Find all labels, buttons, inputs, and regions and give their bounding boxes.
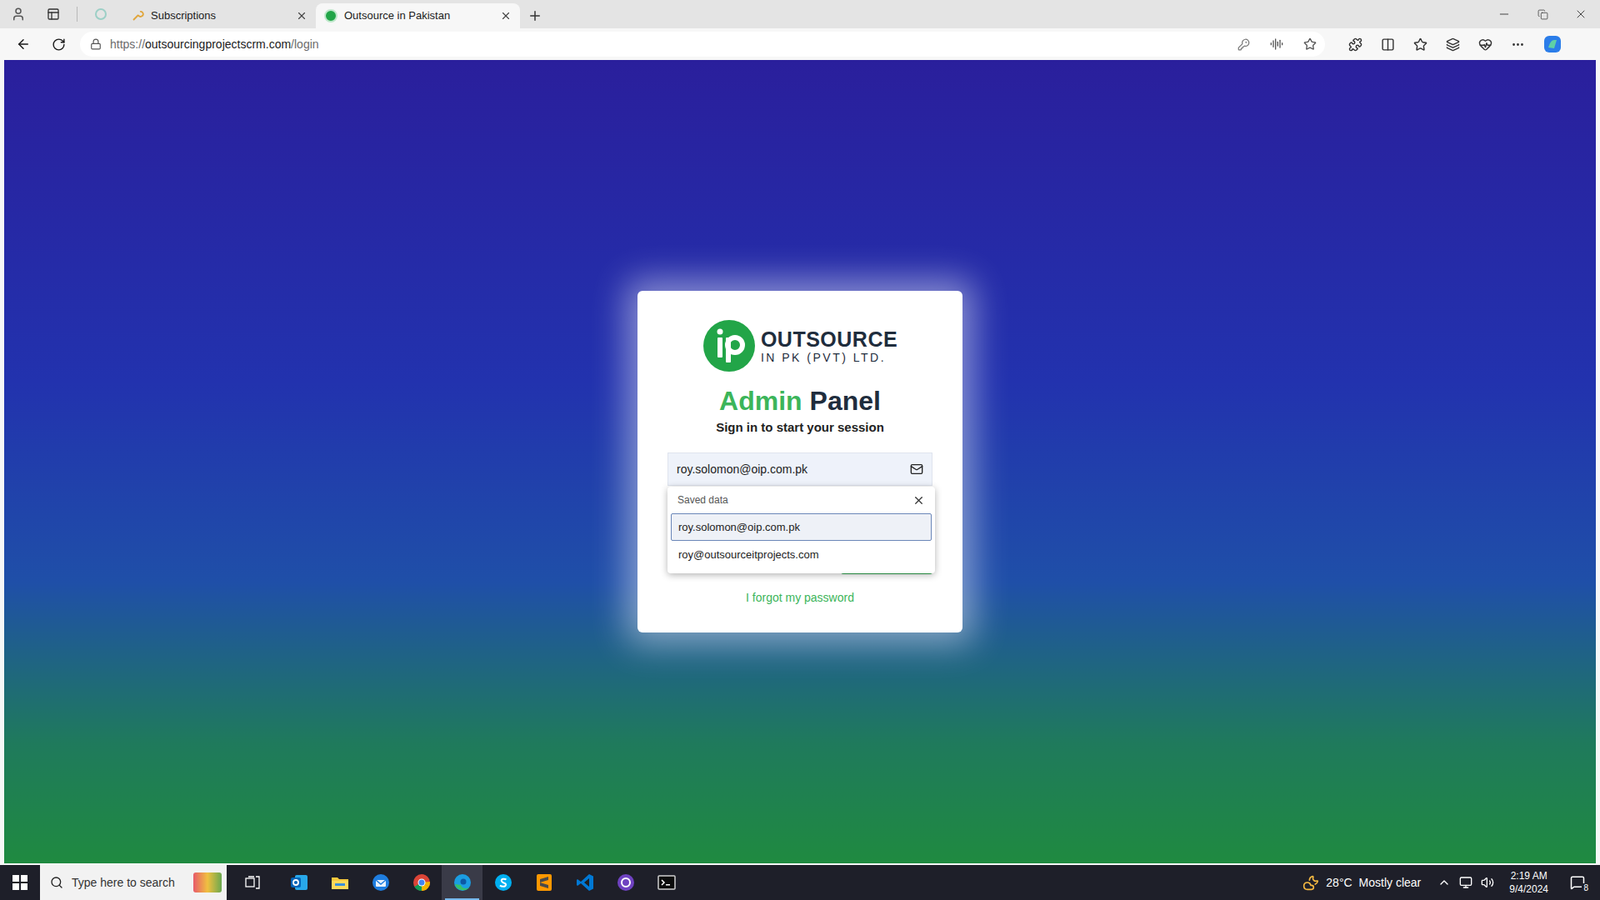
tab-actions-icon bbox=[46, 7, 60, 21]
profile-button[interactable] bbox=[6, 2, 30, 26]
task-view-icon bbox=[245, 875, 260, 890]
close-tab-icon[interactable] bbox=[500, 10, 512, 22]
forgot-password-link[interactable]: I forgot my password bbox=[745, 589, 855, 606]
favorite-star-icon[interactable] bbox=[1303, 37, 1317, 51]
more-icon[interactable] bbox=[1510, 37, 1525, 52]
toolbar: https://outsourcingprojectscrm.com/login bbox=[0, 28, 1600, 60]
collections-icon[interactable] bbox=[1445, 37, 1460, 52]
weather-widget[interactable]: 28°CMostly clear bbox=[1302, 874, 1430, 892]
panel-title: Admin Panel bbox=[719, 384, 881, 418]
folder-icon bbox=[330, 872, 350, 893]
restore-icon bbox=[1537, 9, 1549, 20]
back-arrow-icon bbox=[15, 36, 31, 52]
taskbar-app[interactable] bbox=[523, 865, 565, 900]
pinned-tab[interactable] bbox=[89, 2, 113, 26]
start-button[interactable] bbox=[0, 865, 40, 900]
back-button[interactable] bbox=[10, 31, 37, 57]
lock-icon bbox=[90, 38, 102, 50]
taskbar-app[interactable] bbox=[645, 865, 687, 900]
skype-icon bbox=[493, 872, 514, 893]
address-bar[interactable]: https://outsourcingprojectscrm.com/login bbox=[80, 31, 1325, 57]
key-favicon-icon bbox=[130, 9, 145, 23]
tab-actions-button[interactable] bbox=[41, 2, 65, 26]
login-background: OUTSOURCEIN PK (PVT) LTD. Admin PanelSign… bbox=[4, 60, 1596, 864]
terminal-icon bbox=[656, 872, 677, 893]
close-window-button[interactable] bbox=[1561, 0, 1600, 29]
site-favicon-icon bbox=[324, 9, 338, 23]
taskbar-app[interactable] bbox=[564, 865, 605, 900]
read-aloud-icon[interactable] bbox=[1270, 37, 1284, 51]
logo-name: OUTSOURCE bbox=[760, 327, 898, 351]
taskbar-app[interactable] bbox=[278, 865, 320, 900]
taskbar-app[interactable] bbox=[360, 865, 401, 900]
vscode-icon bbox=[575, 872, 595, 893]
company-logo: OUTSOURCEIN PK (PVT) LTD. bbox=[702, 319, 898, 373]
company-logo-icon bbox=[702, 319, 756, 373]
login-card: OUTSOURCEIN PK (PVT) LTD. Admin PanelSign… bbox=[637, 290, 963, 633]
autofill-item[interactable]: roy@outsourceitprojects.com bbox=[670, 540, 932, 569]
new-tab-button[interactable] bbox=[520, 3, 550, 29]
tab-strip: Subscriptions Outsource in Pakistan bbox=[0, 0, 1600, 29]
taskbar-app[interactable] bbox=[400, 865, 442, 900]
taskbar-app[interactable] bbox=[319, 865, 360, 900]
envelope-icon bbox=[910, 462, 924, 476]
search-icon bbox=[50, 875, 64, 890]
network-icon[interactable] bbox=[1459, 875, 1473, 890]
tab-title: Subscriptions bbox=[150, 7, 290, 25]
autofill-item[interactable]: roy.solomon@oip.com.pk bbox=[670, 513, 932, 541]
restore-button[interactable] bbox=[1523, 0, 1562, 29]
pinned-tab-icon bbox=[95, 8, 107, 20]
edge-icon bbox=[452, 872, 473, 893]
refresh-button[interactable] bbox=[45, 31, 72, 57]
volume-icon[interactable] bbox=[1480, 875, 1495, 890]
close-tab-icon[interactable] bbox=[295, 10, 308, 22]
github-desktop-icon bbox=[615, 872, 636, 893]
notification-count: 8 bbox=[1581, 883, 1590, 894]
active-indicator bbox=[445, 898, 480, 900]
chrome-icon bbox=[411, 872, 432, 893]
taskbar-app[interactable] bbox=[482, 865, 524, 900]
browser-tab[interactable]: Outsource in Pakistan bbox=[315, 3, 520, 29]
refresh-icon bbox=[51, 37, 66, 52]
url-text: https://outsourcingprojectscrm.com/login bbox=[110, 35, 1230, 54]
minimize-button[interactable] bbox=[1485, 0, 1524, 29]
tab-title: Outsource in Pakistan bbox=[344, 7, 494, 25]
autofill-dropdown: Saved data roy.solomon@oip.com.pkroy@outs… bbox=[667, 486, 935, 574]
browser-tab[interactable]: Subscriptions bbox=[122, 3, 316, 29]
profile-icon bbox=[10, 6, 26, 22]
plus-icon bbox=[527, 8, 543, 24]
signin-subtitle: Sign in to start your session bbox=[715, 419, 885, 436]
taskbar-app[interactable] bbox=[605, 865, 646, 900]
copilot-icon[interactable] bbox=[1543, 35, 1562, 54]
split-screen-icon[interactable] bbox=[1380, 37, 1395, 52]
autofill-header: Saved data bbox=[677, 492, 913, 508]
thunderbird-icon bbox=[370, 872, 391, 893]
browser-essentials-icon[interactable] bbox=[1478, 37, 1493, 52]
desktop: Subscriptions Outsource in Pakistan https:… bbox=[0, 0, 1600, 900]
logo-tagline: IN PK (PVT) LTD. bbox=[760, 350, 898, 365]
email-input[interactable]: roy.solomon@oip.com.pk bbox=[667, 452, 933, 486]
sublime-icon bbox=[534, 872, 555, 893]
taskbar-search[interactable]: Type here to search bbox=[40, 865, 227, 900]
page-viewport: OUTSOURCEIN PK (PVT) LTD. Admin PanelSign… bbox=[0, 60, 1600, 865]
separator bbox=[76, 6, 78, 22]
minimize-icon bbox=[1497, 7, 1511, 21]
task-view-button[interactable] bbox=[226, 865, 279, 900]
close-icon bbox=[1574, 7, 1588, 21]
taskbar-app[interactable] bbox=[441, 865, 483, 900]
windows-logo-icon bbox=[12, 875, 28, 890]
taskbar: Type here to search 28°CMostly clear 2:19 … bbox=[0, 865, 1600, 900]
login-form: roy.solomon@oip.com.pk Saved data roy.solo… bbox=[667, 452, 933, 573]
search-highlight-icon bbox=[193, 872, 222, 893]
hidden-icons-icon[interactable] bbox=[1437, 875, 1451, 890]
extensions-icon[interactable] bbox=[1348, 37, 1363, 52]
password-key-icon[interactable] bbox=[1237, 38, 1250, 51]
clock[interactable]: 2:19 AM9/4/2024 bbox=[1502, 869, 1555, 896]
notifications-button[interactable]: 8 bbox=[1563, 870, 1592, 895]
weather-icon bbox=[1302, 874, 1320, 891]
outlook-icon bbox=[289, 872, 310, 893]
close-dropdown-icon[interactable] bbox=[912, 494, 925, 507]
favorites-icon[interactable] bbox=[1413, 37, 1428, 52]
